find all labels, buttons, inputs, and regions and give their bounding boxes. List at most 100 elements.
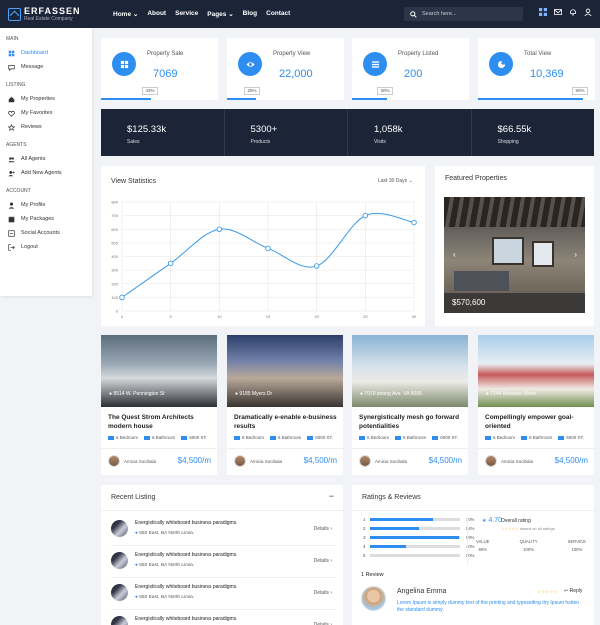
nav-pages[interactable]: Pages ⌄ [207,10,233,18]
view-statistics-panel: View Statistics Last 30 Days ⌄ 0 100 200 30… [101,166,425,326]
logo-icon [8,7,21,21]
user-icon [8,202,15,209]
sidebar-item-all-agents[interactable]: All Agents [0,152,92,166]
property-agent[interactable]: Amicia Socibala [485,455,533,467]
rating-bar-row: 4 40% [363,544,475,549]
rating-bar-row: 3 99% [363,535,475,540]
eye-icon [238,52,262,76]
property-image[interactable]: ● 7070 strong Ave. VA 5005 [352,335,468,407]
brand-tagline: Real Estate Company [24,16,73,22]
agent-avatar [485,455,497,467]
stat-percent: 30% [377,87,393,95]
sidebar-item-my-packages[interactable]: My Packages [0,212,92,226]
y-tick-label: 0 [116,309,119,314]
rating-metrics: VALUE 80% QUALITY 100% SERVICE 100% [476,539,586,552]
data-point [313,263,320,269]
chevron-right-icon[interactable]: › [574,250,577,259]
details-link[interactable]: Details › [314,558,332,564]
chevron-right-icon: › [330,558,332,564]
property-agent[interactable]: Amicia Socibala [108,455,156,467]
property-image[interactable]: ● 7144 Meadow Street [478,335,594,407]
sidebar-item-label: My Profile [21,202,46,208]
sidebar-item-social-accounts[interactable]: Social Accounts [0,226,92,240]
nav-service[interactable]: Service [175,10,198,18]
bed-icon [234,435,240,440]
main-nav: Home ⌄ About Service Pages ⌄ Blog Contac… [113,10,290,18]
chevron-left-icon[interactable]: ‹ [453,250,456,259]
location-icon: ● [486,391,490,397]
y-tick-label: 100 [111,295,118,300]
details-link[interactable]: Details › [314,590,332,596]
bell-icon[interactable] [569,8,577,16]
logo[interactable]: ERFASSEN Real Estate Company [8,6,113,22]
user-menu-icon[interactable] [584,8,592,16]
y-tick-label: 800 [111,200,118,205]
home-icon [8,96,15,103]
location-icon: ● [135,563,138,568]
sidebar-item-dashboard[interactable]: Dashboard [0,46,92,60]
property-image[interactable]: ● 9185 Myers Dr [227,335,343,407]
bath-icon [270,435,277,440]
listing-thumbnail [111,520,128,537]
featured-image[interactable]: ‹ › $570,600 [444,197,585,313]
review-stars-icon: ☆☆☆☆☆ [537,589,558,594]
property-title[interactable]: Dramatically e-enable e-business results [234,414,338,431]
search-input[interactable] [422,11,512,17]
mail-icon[interactable] [554,8,562,16]
property-address: ● 8514 W. Pennington St [109,391,165,397]
star-icon: ★ [482,518,487,524]
property-card[interactable]: ● 9185 Myers Dr Dramatically e-enable e-… [227,335,343,475]
x-tick-label: 0 [121,314,124,319]
stat-progress-bar [227,98,257,100]
sidebar-item-label: My Properties [21,96,55,102]
sidebar-section-account: ACCOUNT [6,188,31,194]
reply-button[interactable]: ↩ Reply [564,588,582,594]
sidebar-item-message[interactable]: Message [0,60,92,74]
nav-contact[interactable]: Contact [266,10,290,18]
agent-avatar [108,455,120,467]
sidebar-item-logout[interactable]: Logout [0,240,92,254]
property-price: $4,500/m [303,456,337,465]
list-icon [363,52,387,76]
stat-card-total-view: Total View 10,369 90% [478,38,595,100]
sidebar-item-my-profile[interactable]: My Profile [0,198,92,212]
collapse-icon[interactable]: − [329,491,334,501]
sidebar-item-label: Message [21,64,44,70]
property-card[interactable]: ● 8514 W. Pennington St The Quest Strom … [101,335,217,475]
details-link[interactable]: Details › [314,526,332,532]
bed-icon [359,435,365,440]
property-image[interactable]: ● 8514 W. Pennington St [101,335,217,407]
sidebar: MAIN Dashboard Message LISTING My Properties… [0,28,92,296]
stat-label: Property View [273,51,311,57]
sidebar-item-my-properties[interactable]: My Properties [0,92,92,106]
summary-visits: 1,058k Visits [348,109,472,156]
x-tick-label: 15 [266,314,271,319]
listing-title: Energistically whiteboard business parad… [135,584,238,590]
property-agent[interactable]: Amicia Socibala [234,455,282,467]
property-title[interactable]: Synergistically mesh go forward potentia… [359,414,463,431]
nav-about[interactable]: About [147,10,166,18]
property-card[interactable]: ● 7070 strong Ave. VA 5005 Synergistical… [352,335,468,475]
ratings-panel: Ratings & Reviews 1 70% 2 54% 3 99% 4 40… [352,485,594,625]
property-title[interactable]: Compellingly empower goal-oriented [485,414,589,431]
list-item[interactable]: Energistically whiteboard business parad… [111,548,336,578]
sidebar-item-add-new-agents[interactable]: Add New Agents [0,166,92,180]
stat-progress-bar [478,98,584,100]
list-item[interactable]: Energistically whiteboard business parad… [111,612,336,625]
list-item[interactable]: Energistically whiteboard business parad… [111,580,336,610]
sidebar-item-reviews[interactable]: Reviews [0,120,92,134]
y-tick-label: 200 [111,281,118,286]
recent-listing-panel: Recent Listing − Energistically whiteboa… [101,485,343,625]
area-icon [181,435,188,440]
sidebar-item-my-favorites[interactable]: My Favorites [0,106,92,120]
property-card[interactable]: ● 7144 Meadow Street Compellingly empowe… [478,335,594,475]
stat-card-property-sale: Property Sale 7069 43% [101,38,218,100]
property-features: 6 Bedroom 6 Bathroom 6000 ST. [359,435,458,440]
property-title[interactable]: The Quest Strom Architects modern house [108,414,212,431]
nav-home[interactable]: Home ⌄ [113,10,138,18]
apps-icon[interactable] [539,8,547,16]
nav-blog[interactable]: Blog [243,10,257,18]
property-agent[interactable]: Amicia Socibala [359,455,407,467]
list-item[interactable]: Energistically whiteboard business parad… [111,516,336,546]
overall-stars: ☆☆☆☆☆ based on all ratings [501,526,555,531]
